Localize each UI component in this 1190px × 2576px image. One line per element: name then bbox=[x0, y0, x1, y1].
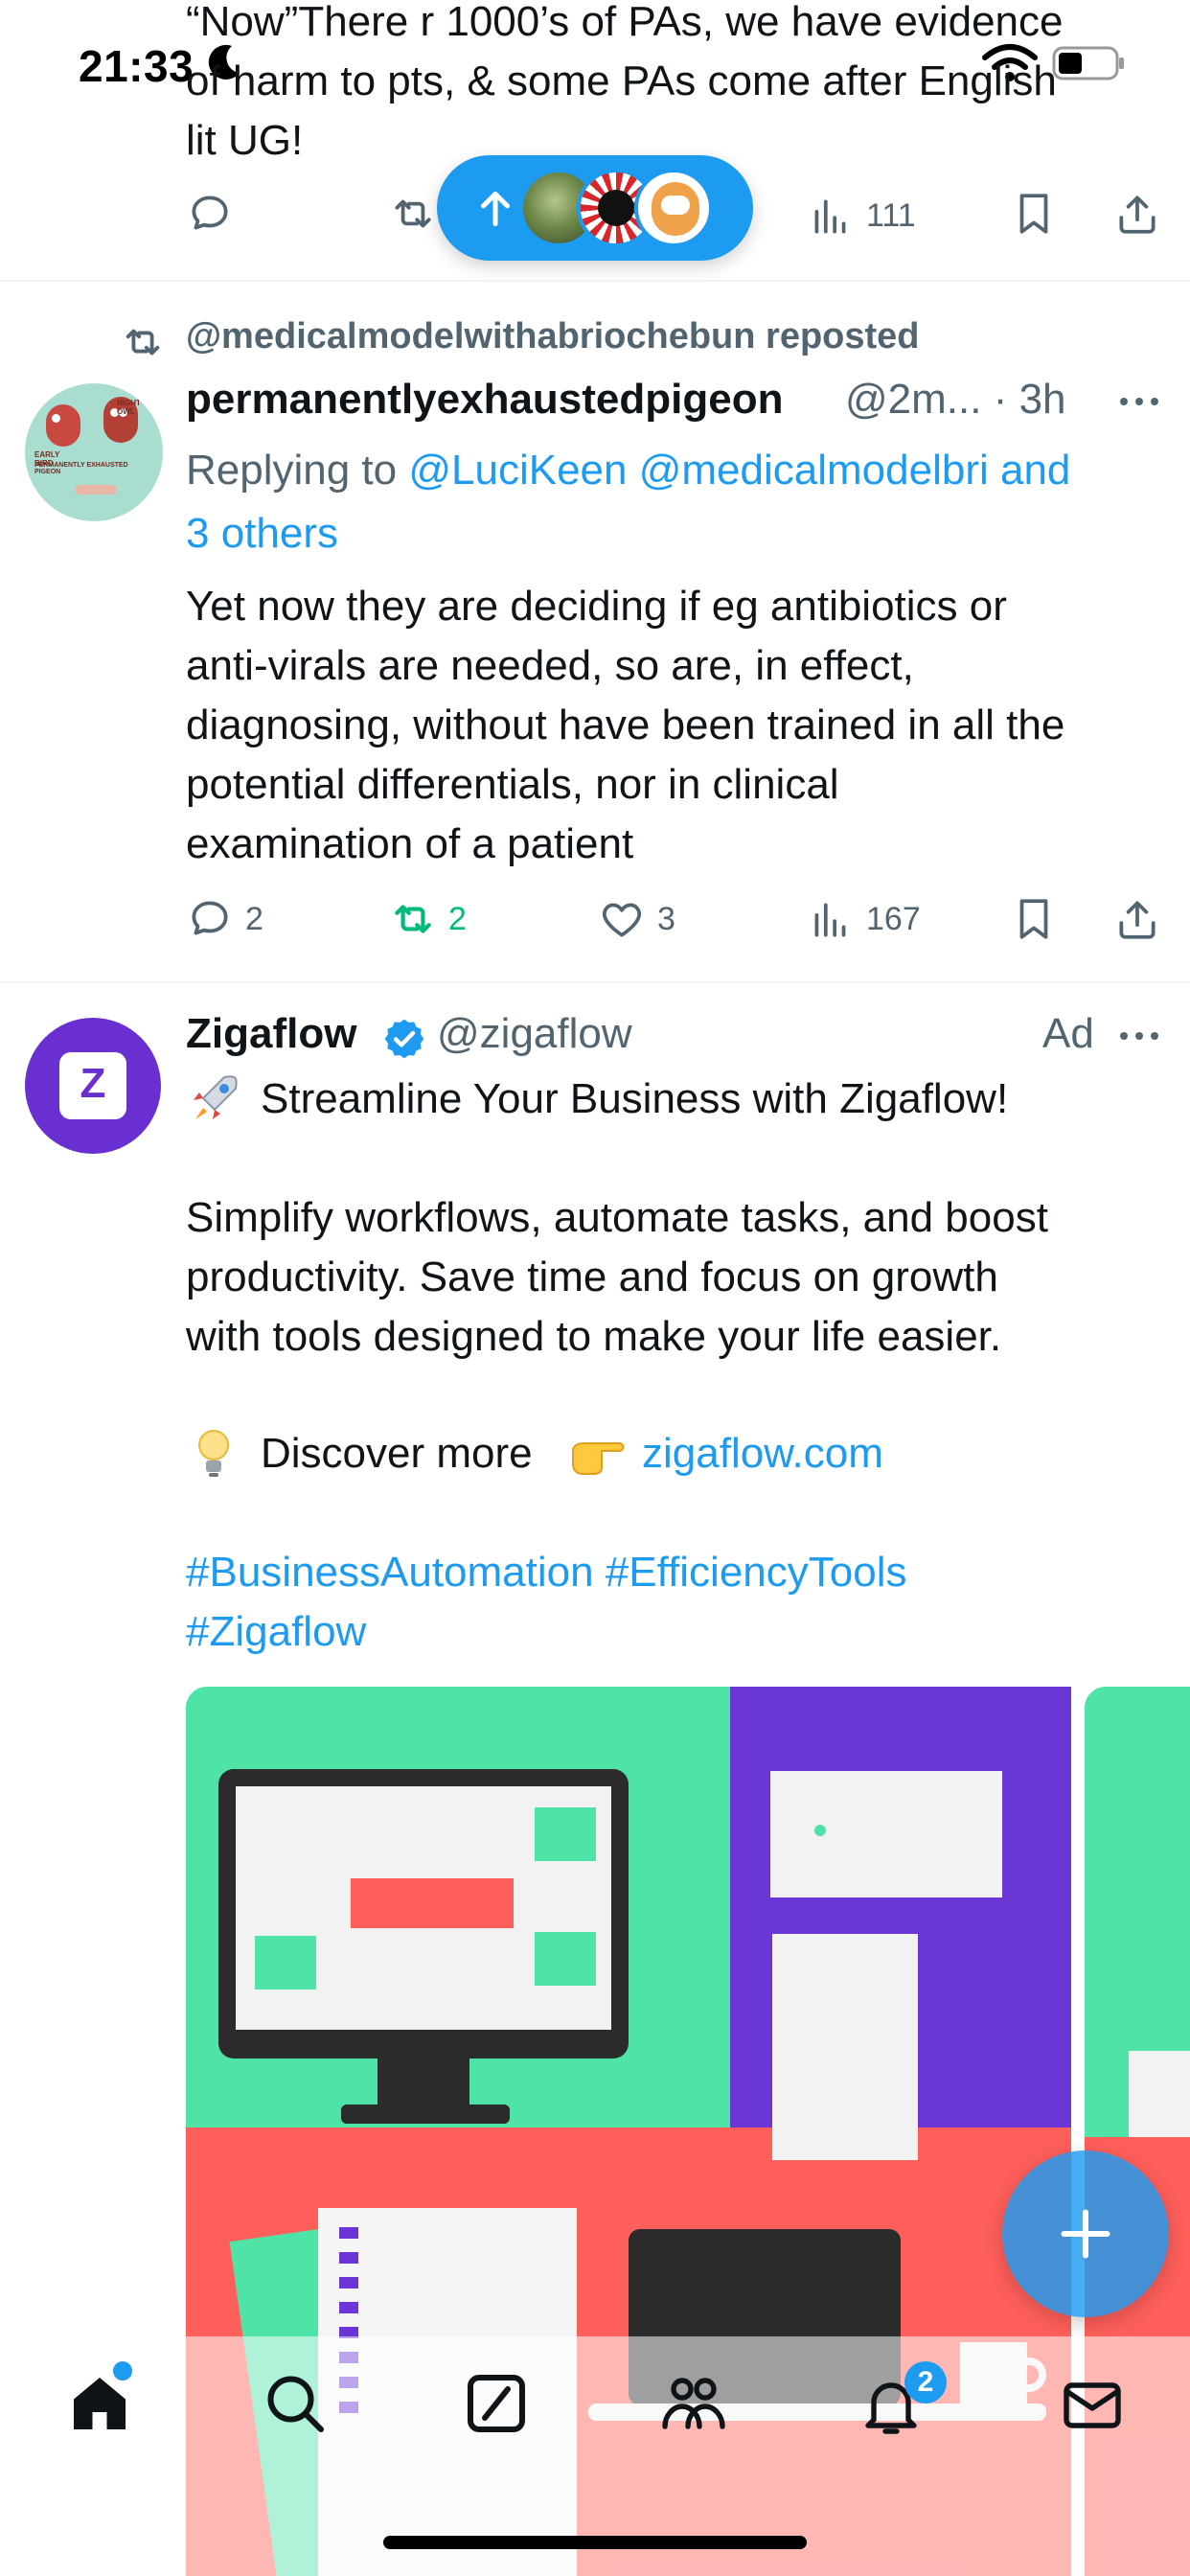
home-unread-dot bbox=[113, 2361, 132, 2380]
ad-paragraph: Simplify workflows, automate tasks, and … bbox=[186, 1188, 1173, 1367]
views-stat[interactable]: 111 bbox=[807, 192, 916, 240]
like-button[interactable]: 3 bbox=[598, 895, 675, 943]
heart-icon bbox=[602, 903, 642, 937]
repost-icon bbox=[126, 329, 160, 356]
share-button[interactable] bbox=[1113, 895, 1161, 943]
divider bbox=[0, 981, 1190, 983]
discover-link[interactable]: zigaflow.com bbox=[642, 1424, 883, 1484]
grok-icon[interactable] bbox=[462, 2369, 531, 2438]
reply-icon bbox=[192, 901, 228, 935]
discover-text: Discover more bbox=[261, 1430, 533, 1477]
ad-line: productivity. Save time and focus on gro… bbox=[186, 1254, 998, 1300]
replying-to-others[interactable]: 3 others bbox=[186, 510, 338, 557]
bookmark-icon bbox=[1019, 899, 1048, 939]
ad-label: Ad bbox=[1042, 1010, 1094, 1057]
verified-badge-icon bbox=[384, 1019, 424, 1059]
bookmark-button[interactable] bbox=[1010, 190, 1058, 238]
tweet-text: Yet now they are deciding if eg antibiot… bbox=[186, 577, 1173, 874]
share-icon bbox=[1119, 901, 1156, 939]
repost-count: 2 bbox=[448, 900, 467, 937]
hashtag-zigaflow[interactable]: #Zigaflow bbox=[186, 1602, 366, 1662]
notifications-badge: 2 bbox=[904, 2361, 947, 2404]
reply-icon bbox=[192, 196, 228, 230]
reply-button[interactable]: 2 bbox=[186, 895, 263, 943]
arrow-up-icon bbox=[481, 191, 510, 227]
ad-line: with tools designed to make your life ea… bbox=[186, 1313, 1002, 1360]
handle: @zigaflow bbox=[437, 1010, 632, 1057]
messages-icon[interactable] bbox=[1058, 2371, 1127, 2440]
replying-to-mentions[interactable]: @LuciKeen @medicalmodelbri and bbox=[408, 447, 1070, 494]
share-button[interactable] bbox=[1113, 190, 1161, 238]
repost-icon bbox=[395, 905, 431, 933]
repost-button[interactable] bbox=[389, 190, 437, 238]
top-tweet-line: “Now”There r 1000’s of PAs, we have evid… bbox=[186, 0, 1064, 45]
top-tweet-body: “Now”There r 1000’s of PAs, we have evid… bbox=[186, 0, 1182, 171]
top-tweet-line: of harm to pts, & some PAs come after En… bbox=[186, 58, 1057, 104]
pointing-hand-icon bbox=[572, 1442, 625, 1475]
reply-count: 2 bbox=[245, 900, 263, 937]
avatar-text: PERMANENTLY EXHAUSTED PIGEON bbox=[34, 462, 128, 475]
views-stat[interactable]: 167 bbox=[807, 895, 921, 943]
share-icon bbox=[1119, 196, 1156, 234]
tweet-line: examination of a patient bbox=[186, 820, 634, 867]
tweet-line: Yet now they are deciding if eg antibiot… bbox=[186, 583, 1007, 630]
new-posts-pill[interactable] bbox=[437, 155, 753, 261]
bookmark-icon bbox=[1019, 194, 1048, 234]
repost-icon bbox=[395, 199, 431, 228]
replying-to-prefix: Replying to bbox=[186, 447, 409, 494]
tweet-line: diagnosing, without have been trained in… bbox=[186, 702, 1065, 748]
search-icon[interactable] bbox=[261, 2369, 330, 2438]
replying-to: Replying to @LuciKeen @medicalmodelbri a… bbox=[186, 439, 1163, 565]
avatar bbox=[634, 169, 713, 247]
bookmark-button[interactable] bbox=[1010, 895, 1058, 943]
views-icon bbox=[814, 903, 846, 937]
reply-button[interactable] bbox=[186, 190, 234, 238]
repost-button[interactable]: 2 bbox=[389, 895, 467, 943]
hashtags[interactable]: #BusinessAutomation #EfficiencyTools bbox=[186, 1543, 907, 1602]
tweet-line: potential differentials, nor in clinical bbox=[186, 761, 839, 808]
home-indicator bbox=[383, 2536, 807, 2549]
more-icon[interactable] bbox=[1115, 1022, 1163, 1050]
views-icon bbox=[814, 199, 846, 234]
rocket-icon bbox=[194, 1075, 238, 1119]
avatar-letter: Z bbox=[80, 1060, 106, 1107]
views-count: 167 bbox=[866, 900, 921, 937]
avatar[interactable]: Z bbox=[25, 1018, 161, 1154]
lightbulb-icon bbox=[198, 1430, 229, 1477]
display-name[interactable]: Zigaflow bbox=[186, 1010, 356, 1058]
ad-headline: Streamline Your Business with Zigaflow! bbox=[261, 1075, 1009, 1122]
tweet-line: anti-virals are needed, so are, in effec… bbox=[186, 642, 914, 689]
plus-icon bbox=[1061, 2209, 1110, 2259]
avatar-text: NIGHT OWL bbox=[117, 399, 141, 416]
divider bbox=[0, 280, 1190, 282]
repost-label[interactable]: @medicalmodelwithabriochebun reposted bbox=[186, 316, 920, 357]
like-count: 3 bbox=[657, 900, 675, 937]
handle-time: @2m... · 3h bbox=[845, 376, 1066, 423]
more-icon[interactable] bbox=[1115, 387, 1163, 416]
views-count: 111 bbox=[866, 196, 916, 234]
status-time: 21:33 bbox=[79, 41, 195, 91]
compose-button[interactable] bbox=[1002, 2150, 1169, 2317]
ad-line: Simplify workflows, automate tasks, and … bbox=[186, 1194, 1048, 1241]
communities-icon[interactable] bbox=[659, 2369, 728, 2438]
display-name[interactable]: permanentlyexhaustedpigeon bbox=[186, 376, 783, 424]
avatar[interactable]: NIGHT OWL EARLY BIRD PERMANENTLY EXHAUST… bbox=[25, 383, 163, 521]
